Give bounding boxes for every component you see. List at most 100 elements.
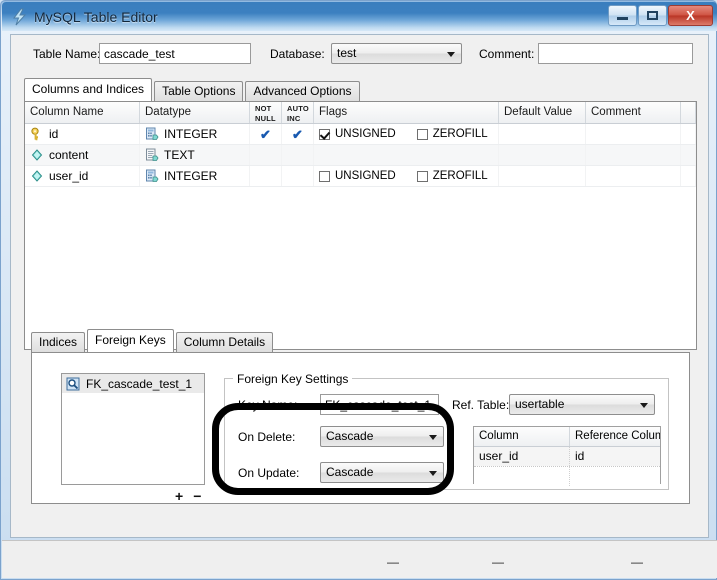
column-mapping-table[interactable]: Column Reference Column user_id id — [473, 426, 661, 486]
cell-comment[interactable] — [586, 124, 681, 144]
chevron-down-icon — [447, 52, 455, 57]
table-row-empty[interactable] — [474, 466, 660, 486]
table-row[interactable]: user_id id — [474, 447, 660, 466]
col-header-not-null[interactable]: NOT NULL — [250, 102, 282, 123]
cell-column-name[interactable]: user_id — [25, 166, 140, 186]
col-header-default-value[interactable]: Default Value — [499, 102, 586, 123]
mapping-cell-empty — [474, 467, 570, 486]
lightning-bolt-icon — [11, 8, 29, 26]
cell-column-name[interactable]: id — [25, 124, 140, 144]
mapping-cell-empty — [570, 467, 660, 486]
columns-grid[interactable]: Column Name Datatype NOT NULL AUTO INC F… — [25, 102, 696, 349]
columns-grid-header: Column Name Datatype NOT NULL AUTO INC F… — [25, 102, 696, 124]
col-header-auto-inc[interactable]: AUTO INC — [282, 102, 314, 123]
flag-unsigned-label: UNSIGNED — [335, 128, 396, 140]
on-update-combo[interactable]: Cascade — [320, 462, 444, 483]
status-bar: — — — — [2, 540, 717, 578]
table-row[interactable]: id INTEGER ✔ ✔ UNSIGNED ZEROFILL — [25, 124, 696, 145]
flag-zerofill-label: ZEROFILL — [432, 128, 488, 140]
tab-columns-and-indices[interactable]: Columns and Indices — [24, 78, 153, 101]
cell-not-null[interactable]: ✔ — [250, 124, 282, 144]
table-row[interactable]: user_id INTEGER UNSIGNED ZEROFILL — [25, 166, 696, 187]
foreign-keys-list[interactable]: FK_cascade_test_1 — [61, 373, 205, 485]
status-item-2[interactable]: — — [492, 555, 504, 569]
cell-datatype[interactable]: INTEGER — [140, 166, 250, 186]
tab-table-options[interactable]: Table Options — [154, 81, 244, 101]
mapping-cell-reference-column[interactable]: id — [570, 447, 660, 466]
check-icon: ✔ — [292, 126, 303, 142]
cell-flags[interactable]: UNSIGNED ZEROFILL — [314, 166, 499, 186]
cell-default-value[interactable] — [499, 124, 586, 144]
table-properties-row: Table Name: Database: test Comment: — [11, 35, 710, 71]
tab-column-details[interactable]: Column Details — [175, 332, 274, 352]
cell-spacer — [681, 124, 696, 144]
cell-datatype[interactable]: TEXT — [140, 145, 250, 165]
tab-foreign-keys[interactable]: Foreign Keys — [87, 329, 174, 352]
cell-spacer — [681, 145, 696, 165]
cell-flags[interactable]: UNSIGNED ZEROFILL — [314, 124, 499, 144]
key-name-input[interactable] — [320, 394, 439, 415]
checkbox-zerofill[interactable] — [416, 128, 428, 140]
window-frame: MySQL Table Editor X Table Name: Databas… — [0, 0, 717, 580]
cell-spacer — [681, 166, 696, 186]
cell-auto-inc[interactable] — [282, 166, 314, 186]
foreign-key-icon — [66, 377, 80, 390]
mapping-header-reference-column[interactable]: Reference Column — [570, 427, 660, 446]
checkbox-zerofill[interactable] — [416, 170, 428, 182]
cell-not-null[interactable] — [250, 166, 282, 186]
col-header-comment[interactable]: Comment — [586, 102, 681, 123]
cell-not-null[interactable] — [250, 145, 282, 165]
remove-foreign-key-button[interactable]: − — [193, 489, 201, 503]
database-combo[interactable]: test — [331, 43, 462, 64]
flag-unsigned[interactable]: UNSIGNED — [319, 166, 396, 186]
cell-auto-inc[interactable] — [282, 145, 314, 165]
col-header-flags[interactable]: Flags — [314, 102, 499, 123]
list-item[interactable]: FK_cascade_test_1 — [62, 374, 204, 393]
maximize-button[interactable] — [638, 5, 667, 26]
status-item-3[interactable]: — — [631, 555, 643, 569]
flag-zerofill[interactable]: ZEROFILL — [416, 166, 488, 186]
key-name-label: Key Name: — [238, 398, 298, 412]
table-name-label: Table Name: — [33, 47, 101, 61]
mysql-table-editor-window: MySQL Table Editor X Table Name: Databas… — [0, 0, 717, 580]
foreign-key-settings-group: Foreign Key Settings Key Name: Ref. Tabl… — [224, 372, 669, 490]
flag-zerofill[interactable]: ZEROFILL — [416, 124, 488, 144]
cell-datatype[interactable]: INTEGER — [140, 124, 250, 144]
col-header-column-name[interactable]: Column Name — [25, 102, 140, 123]
mapping-header-column[interactable]: Column — [474, 427, 570, 446]
cell-comment[interactable] — [586, 166, 681, 186]
cell-column-name[interactable]: content — [25, 145, 140, 165]
table-name-input[interactable] — [99, 43, 251, 64]
on-delete-combo[interactable]: Cascade — [320, 426, 444, 447]
foreign-key-settings-title: Foreign Key Settings — [233, 372, 353, 386]
flag-zerofill-label: ZEROFILL — [432, 170, 488, 182]
cell-flags[interactable] — [314, 145, 499, 165]
cell-default-value[interactable] — [499, 145, 586, 165]
checkbox-unsigned[interactable] — [319, 128, 330, 140]
main-tabstrip: Columns and Indices Table Options Advanc… — [24, 78, 362, 101]
col-header-datatype[interactable]: Datatype — [140, 102, 250, 123]
chevron-down-icon — [429, 471, 437, 476]
comment-input[interactable] — [538, 43, 693, 64]
cell-auto-inc[interactable]: ✔ — [282, 124, 314, 144]
flag-unsigned-label: UNSIGNED — [335, 170, 396, 182]
chevron-down-icon — [429, 435, 437, 440]
cell-datatype-text: INTEGER — [164, 169, 218, 183]
foreign-keys-panel: FK_cascade_test_1 + − Foreign Key Settin… — [31, 352, 690, 504]
tab-indices[interactable]: Indices — [31, 332, 86, 352]
column-mapping-header: Column Reference Column — [474, 427, 660, 447]
window-title: MySQL Table Editor — [34, 9, 158, 25]
table-row[interactable]: content TEXT — [25, 145, 696, 166]
flag-unsigned[interactable]: UNSIGNED — [319, 124, 396, 144]
mapping-cell-column[interactable]: user_id — [474, 447, 570, 466]
ref-table-combo[interactable]: usertable — [509, 394, 655, 415]
bottom-tabstrip: Indices Foreign Keys Column Details — [31, 329, 275, 352]
close-button[interactable]: X — [668, 5, 713, 26]
minimize-button[interactable] — [608, 5, 637, 26]
checkbox-unsigned[interactable] — [319, 170, 330, 182]
status-item-1[interactable]: — — [387, 555, 399, 569]
tab-advanced-options[interactable]: Advanced Options — [245, 81, 360, 101]
add-foreign-key-button[interactable]: + — [175, 489, 183, 503]
cell-comment[interactable] — [586, 145, 681, 165]
cell-default-value[interactable] — [499, 166, 586, 186]
